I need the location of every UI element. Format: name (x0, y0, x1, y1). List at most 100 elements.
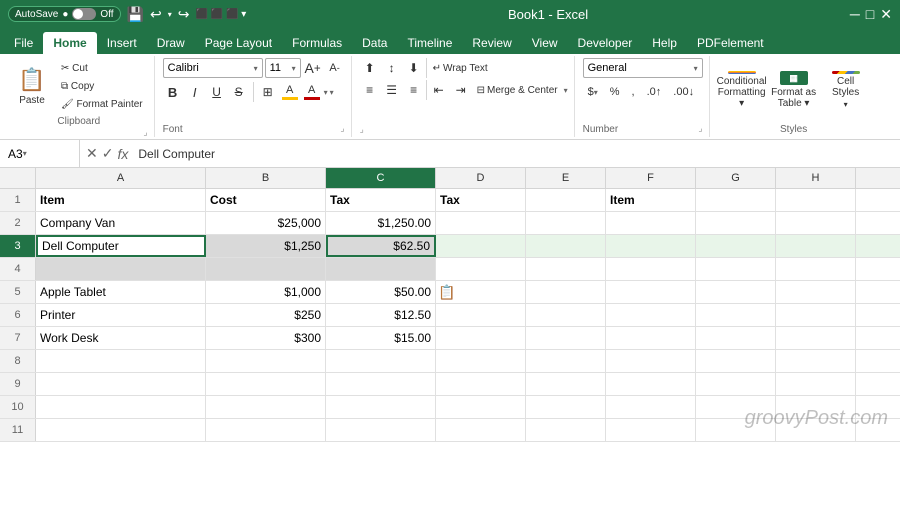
cell-f10[interactable] (606, 396, 696, 418)
cell-b9[interactable] (206, 373, 326, 395)
tab-help[interactable]: Help (642, 32, 687, 54)
cell-g4[interactable] (696, 258, 776, 280)
cell-f9[interactable] (606, 373, 696, 395)
cell-a7[interactable]: Work Desk (36, 327, 206, 349)
cell-e7[interactable] (526, 327, 606, 349)
cell-styles-btn[interactable]: Cell Styles ▾ (822, 70, 870, 110)
row-num-3[interactable]: 3 (0, 235, 36, 257)
row-num-4[interactable]: 4 (0, 258, 36, 280)
cell-c6[interactable]: $12.50 (326, 304, 436, 326)
row-num-10[interactable]: 10 (0, 396, 36, 418)
row-num-7[interactable]: 7 (0, 327, 36, 349)
strikethrough-button[interactable]: S (229, 82, 249, 102)
cell-b8[interactable] (206, 350, 326, 372)
italic-button[interactable]: I (185, 82, 205, 102)
cell-f1[interactable]: Item (606, 189, 696, 211)
cell-a2[interactable]: Company Van (36, 212, 206, 234)
increase-font-btn[interactable]: A+ (303, 58, 323, 78)
undo-icon[interactable]: ↩ (150, 6, 162, 23)
cell-f8[interactable] (606, 350, 696, 372)
cell-d4[interactable] (436, 258, 526, 280)
format-as-table-btn[interactable]: ▦ Format asTable ▾ (770, 70, 818, 110)
cell-a5[interactable]: Apple Tablet (36, 281, 206, 303)
cell-a10[interactable] (36, 396, 206, 418)
cell-h1[interactable] (776, 189, 856, 211)
cell-b2[interactable]: $25,000 (206, 212, 326, 234)
cell-c3[interactable]: $62.50 (326, 235, 436, 257)
cell-a4[interactable] (36, 258, 206, 280)
cell-g3[interactable] (696, 235, 776, 257)
currency-btn[interactable]: $ ▾ (583, 82, 603, 102)
font-size-dropdown[interactable]: 11 ▾ (265, 58, 301, 78)
cell-d7[interactable] (436, 327, 526, 349)
cell-f11[interactable] (606, 419, 696, 441)
underline-button[interactable]: U (207, 82, 227, 102)
row-num-2[interactable]: 2 (0, 212, 36, 234)
tab-formulas[interactable]: Formulas (282, 32, 352, 54)
tab-draw[interactable]: Draw (147, 32, 195, 54)
cell-a8[interactable] (36, 350, 206, 372)
formula-confirm-btn[interactable]: ✓ (102, 145, 114, 162)
cell-a6[interactable]: Printer (36, 304, 206, 326)
cell-e2[interactable] (526, 212, 606, 234)
align-bottom-btn[interactable]: ⬇ (404, 58, 424, 78)
conditional-formatting-btn[interactable]: ConditionalFormatting ▾ (718, 70, 766, 110)
cell-d5[interactable]: 📋 (436, 281, 526, 303)
cell-e3[interactable] (526, 235, 606, 257)
cell-a11[interactable] (36, 419, 206, 441)
cell-d2[interactable] (436, 212, 526, 234)
increase-decimal-btn[interactable]: .0↑ (642, 82, 667, 102)
border-button[interactable]: ⊞ (258, 82, 278, 102)
cell-b11[interactable] (206, 419, 326, 441)
cell-e1[interactable] (526, 189, 606, 211)
quick-access-more[interactable]: ⬛ ⬛ ⬛ ▾ (196, 9, 247, 20)
cell-b7[interactable]: $300 (206, 327, 326, 349)
cell-g2[interactable] (696, 212, 776, 234)
cell-b10[interactable] (206, 396, 326, 418)
row-num-5[interactable]: 5 (0, 281, 36, 303)
cell-c7[interactable]: $15.00 (326, 327, 436, 349)
row-num-1[interactable]: 1 (0, 189, 36, 211)
cell-c4[interactable] (326, 258, 436, 280)
cell-d10[interactable] (436, 396, 526, 418)
cell-f3[interactable] (606, 235, 696, 257)
align-center-btn[interactable]: ☰ (382, 80, 402, 100)
cell-e11[interactable] (526, 419, 606, 441)
wrap-text-btn[interactable]: ↵ Wrap Text (429, 58, 492, 78)
cell-a1[interactable]: Item (36, 189, 206, 211)
col-header-g[interactable]: G (696, 168, 776, 188)
cell-f7[interactable] (606, 327, 696, 349)
cell-a3[interactable]: Dell Computer (36, 235, 206, 257)
cell-h7[interactable] (776, 327, 856, 349)
tab-view[interactable]: View (522, 32, 568, 54)
col-header-h[interactable]: H (776, 168, 856, 188)
cell-f2[interactable] (606, 212, 696, 234)
tab-page-layout[interactable]: Page Layout (195, 32, 282, 54)
cell-c2[interactable]: $1,250.00 (326, 212, 436, 234)
formula-func-btn[interactable]: fx (117, 146, 128, 162)
col-header-e[interactable]: E (526, 168, 606, 188)
col-header-d[interactable]: D (436, 168, 526, 188)
cell-g6[interactable] (696, 304, 776, 326)
cell-g7[interactable] (696, 327, 776, 349)
tab-review[interactable]: Review (462, 32, 521, 54)
font-color-button[interactable]: A (302, 82, 322, 102)
cell-g5[interactable] (696, 281, 776, 303)
tab-insert[interactable]: Insert (97, 32, 147, 54)
decrease-font-btn[interactable]: A- (325, 58, 345, 78)
clipboard-expand[interactable]: ⌟ (10, 127, 148, 138)
autosave-toggle[interactable] (72, 8, 96, 20)
cell-e9[interactable] (526, 373, 606, 395)
decrease-indent-btn[interactable]: ⇤ (429, 80, 449, 100)
undo-dropdown-icon[interactable]: ▾ (168, 10, 172, 19)
col-header-b[interactable]: B (206, 168, 326, 188)
cell-e4[interactable] (526, 258, 606, 280)
fill-color-arrow[interactable]: ▾ (324, 88, 328, 97)
save-icon[interactable]: 💾 (127, 6, 144, 23)
close-btn[interactable]: ✕ (880, 6, 892, 23)
cell-g9[interactable] (696, 373, 776, 395)
cell-d3[interactable] (436, 235, 526, 257)
font-name-dropdown[interactable]: Calibri ▾ (163, 58, 263, 78)
cell-h6[interactable] (776, 304, 856, 326)
cell-e10[interactable] (526, 396, 606, 418)
